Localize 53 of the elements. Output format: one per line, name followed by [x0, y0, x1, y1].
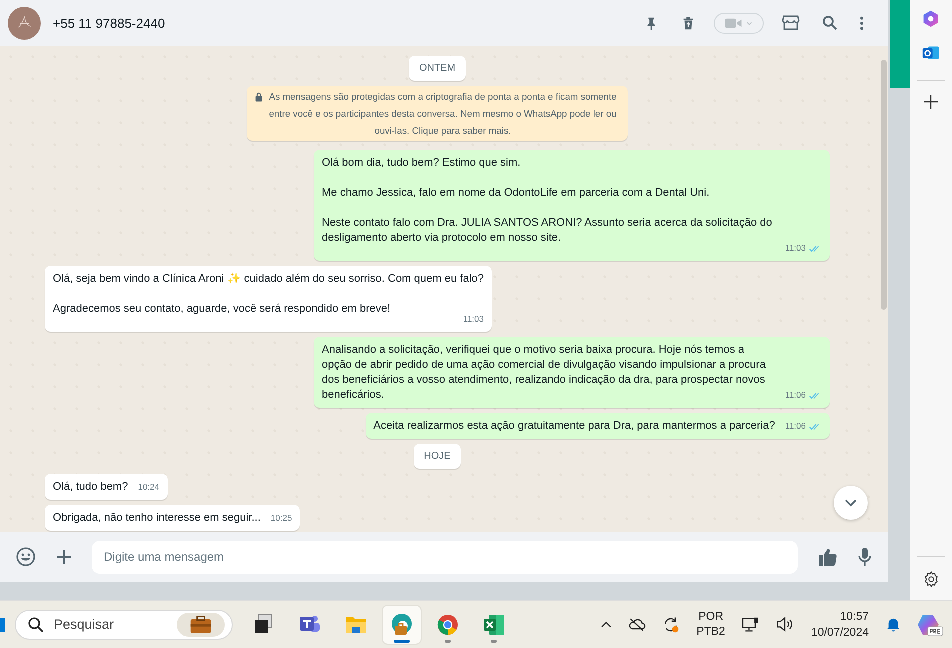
bell-icon [886, 617, 901, 632]
message-text: Olá, seja bem vindo a Clínica Aroni ✨ cuidado além do seu sorriso. Com quem eu falo? [53, 272, 484, 287]
message-text: Aceita realizarmos esta ação gratuitamente para Dra, para mantermos a parceria? [374, 419, 776, 434]
search-icon [28, 616, 44, 632]
taskbar-search[interactable]: Pesquisar [15, 610, 233, 640]
message-text: Me chamo Jessica, falo em nome da OdontoLife em parceria com a Dental Uni. [322, 186, 711, 201]
message-time: 10:24 [138, 481, 160, 494]
message-text: Obrigada, não tenho interesse em seguir... [53, 511, 261, 526]
emoji-icon [16, 547, 36, 567]
speaker-icon [776, 617, 794, 632]
message-text: Olá, tudo bem? [53, 480, 128, 495]
plus-icon [56, 549, 72, 565]
plus-icon [924, 95, 938, 109]
copilot-icon [922, 10, 940, 28]
lock-icon [255, 92, 263, 102]
notice-text: As mensagens são protegidas com a criptografia de ponta a ponta e ficam somente entre você e os participantes desta conversa. Nem mesmo o WhatsApp pode ler ou ouvi-las. Clique para saber mais. [268, 90, 618, 138]
copilot-icon [917, 612, 943, 636]
start-button[interactable] [0, 618, 5, 632]
settings-icon [922, 571, 940, 588]
network-icon [742, 616, 760, 632]
message-time: 11:03 [463, 313, 484, 326]
outlook-icon [922, 44, 940, 62]
briefcase-icon [176, 612, 226, 636]
date-label: ONTEM [409, 56, 466, 81]
message-time: 10:25 [270, 512, 292, 525]
chevron-down-icon [845, 499, 857, 507]
message-time: 11:03 [785, 242, 806, 255]
message-text: Analisando a solicitação, verifiquei que o motivo seria baixa procura. Hoje nós temos a opção de abrir pedido de uma ação comercial de divulgação visando impulsionar a procura dos beneficiários a vosso atendimento, realizando indicação da dra, para prospectar novos beneficários. [322, 343, 767, 403]
cloud-off-icon [628, 617, 646, 632]
message-time: 11:06 [785, 420, 806, 433]
search-placeholder: Pesquisar [54, 617, 116, 632]
chevron-up-icon [600, 621, 612, 628]
message-input[interactable]: Digite uma mensagem [92, 540, 798, 574]
encryption-notice[interactable]: As mensagens são protegidas com a criptografia de ponta a ponta e ficam somente entre você e os participantes desta conversa. Nem mesmo o WhatsApp pode ler ou ouvi-las. Clique para saber mais. [247, 86, 628, 141]
video-camera-icon [725, 18, 742, 28]
contact-avatar[interactable] [8, 6, 41, 40]
message-time: 11:06 [785, 389, 806, 402]
search-icon [822, 15, 838, 31]
date-label: HOJE [414, 444, 461, 469]
thumbs-up-icon [818, 547, 838, 567]
spreadsheet-icon [482, 612, 506, 636]
clock[interactable]: 10:57 10/07/2024 [807, 608, 873, 640]
trash-icon [681, 16, 696, 30]
browser-icon [390, 612, 414, 636]
chrome-icon [436, 612, 460, 636]
message-text: Neste contato falo com Dra. JULIA SANTOS ARONI? Assunto seria acerca da solicitação do desligamento aberto via protocolo em nosso site. [322, 216, 774, 246]
microphone-icon [858, 547, 872, 567]
caret-icon [746, 20, 753, 26]
storefront-icon [782, 15, 800, 31]
message-text: Agradecemos seu contato, aguarde, você será respondido em breve! [53, 302, 392, 317]
message-text: Olá bom dia, tudo bem? Estimo que sim. [322, 156, 522, 171]
more-options-icon [860, 16, 864, 30]
language-indicator[interactable]: POR PTB2 [692, 610, 730, 640]
